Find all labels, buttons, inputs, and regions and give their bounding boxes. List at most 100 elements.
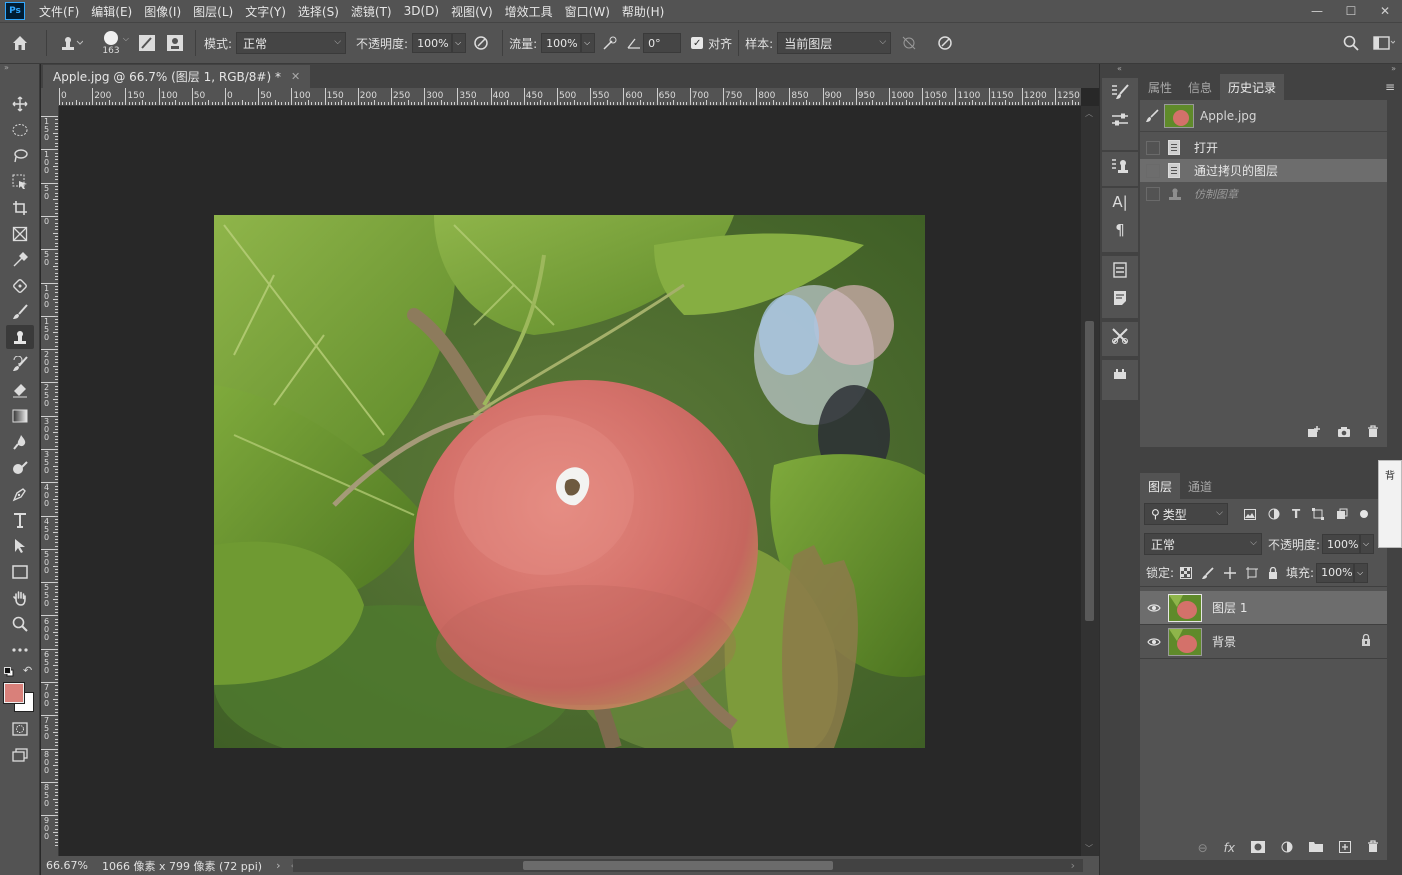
search-icon[interactable]: [1336, 35, 1366, 51]
workspace-icon[interactable]: [1366, 36, 1402, 50]
swap-colors-icon[interactable]: ↶: [23, 664, 35, 677]
tab-info[interactable]: 信息: [1180, 74, 1220, 100]
blend-mode-select[interactable]: 正常 ⌵: [1144, 533, 1262, 555]
crop-tool-icon[interactable]: [6, 196, 34, 220]
collapse-dock-icon[interactable]: «: [1100, 64, 1139, 74]
clone-source-icon[interactable]: [161, 34, 189, 52]
frame-tool-icon[interactable]: [6, 222, 34, 246]
mode-select[interactable]: 正常 ⌵: [236, 32, 347, 54]
menu-plugins[interactable]: 增效工具: [499, 3, 559, 20]
eyedropper-tool-icon[interactable]: [6, 248, 34, 272]
history-brush-source-icon[interactable]: [1140, 108, 1164, 123]
fill-dropdown[interactable]: ⌵: [1354, 562, 1369, 583]
history-item-clone-stamp[interactable]: 仿制图章: [1140, 182, 1387, 205]
more-tools-icon[interactable]: [6, 638, 34, 662]
lasso-tool-icon[interactable]: [6, 144, 34, 168]
scroll-right-icon[interactable]: ›: [1071, 859, 1075, 872]
tab-history[interactable]: 历史记录: [1220, 74, 1285, 100]
document-tab[interactable]: Apple.jpg @ 66.7% (图层 1, RGB/8#) * ✕: [43, 65, 311, 88]
canvas-area[interactable]: [59, 106, 1081, 856]
menu-window[interactable]: 窗口(W): [559, 3, 616, 20]
plugins-panel-icon[interactable]: [1102, 360, 1138, 388]
layer-row-layer1[interactable]: 图层 1: [1140, 591, 1387, 625]
flow-input[interactable]: 100%: [541, 33, 582, 53]
horizontal-ruler[interactable]: 0 200 150 100 50 0 50 100 150 200 250 300 350 400 450 5…: [59, 88, 1081, 106]
menu-image[interactable]: 图像(I): [138, 3, 187, 20]
zoom-tool-icon[interactable]: [6, 612, 34, 636]
close-window-button[interactable]: ✕: [1368, 0, 1402, 22]
filter-shape-icon[interactable]: [1312, 508, 1325, 520]
lock-position-icon[interactable]: [1224, 566, 1237, 579]
menu-edit[interactable]: 编辑(E): [85, 3, 138, 20]
tab-properties[interactable]: 属性: [1140, 74, 1180, 100]
brush-settings-icon[interactable]: [133, 34, 161, 52]
pen-tool-icon[interactable]: [6, 482, 34, 506]
opacity-dropdown[interactable]: ⌵: [452, 33, 467, 53]
ignore-adjustment-layers-icon[interactable]: [891, 35, 927, 51]
menu-filter[interactable]: 滤镜(T): [345, 3, 398, 20]
apple-photo[interactable]: [214, 215, 925, 748]
lock-all-icon[interactable]: [1268, 566, 1278, 579]
clone-source-panel-icon[interactable]: [1102, 152, 1138, 180]
home-icon[interactable]: [0, 34, 40, 52]
glyphs-panel-icon[interactable]: [1102, 256, 1138, 284]
pressure-size-icon[interactable]: [927, 35, 963, 51]
layer-row-background[interactable]: 背景: [1140, 625, 1387, 659]
fill-input[interactable]: 100%: [1316, 562, 1355, 583]
paragraph-panel-icon[interactable]: ¶: [1102, 216, 1138, 244]
filter-adjustment-icon[interactable]: [1268, 508, 1280, 520]
brush-preset-picker[interactable]: 163 ⌵: [89, 30, 133, 56]
tab-layers[interactable]: 图层: [1140, 473, 1181, 499]
screen-mode-icon[interactable]: [6, 743, 34, 767]
scroll-down-icon[interactable]: ﹀: [1085, 843, 1093, 854]
history-item-layer-via-copy[interactable]: 通过拷贝的图层: [1140, 159, 1387, 182]
angle-input[interactable]: 0°: [643, 33, 682, 53]
align-checkbox[interactable]: ✓ 对齐: [691, 35, 732, 52]
menu-select[interactable]: 选择(S): [292, 3, 345, 20]
adjustments-panel-icon[interactable]: [1102, 106, 1138, 134]
side-popout-panel[interactable]: 背: [1378, 460, 1402, 548]
brush-tool-icon[interactable]: [6, 300, 34, 324]
history-item-open[interactable]: 打开: [1140, 136, 1387, 159]
layer-opacity-dropdown[interactable]: ⌵: [1360, 534, 1375, 554]
layer-name[interactable]: 图层 1: [1212, 599, 1247, 616]
opacity-input[interactable]: 100%: [412, 33, 453, 53]
menu-layer[interactable]: 图层(L): [187, 3, 239, 20]
link-layers-icon[interactable]: ⊖: [1198, 841, 1208, 855]
default-colors-icon[interactable]: [4, 666, 14, 677]
filter-pixel-icon[interactable]: [1244, 508, 1256, 520]
lock-image-pixels-icon[interactable]: [1202, 566, 1214, 579]
minimize-button[interactable]: —: [1300, 0, 1334, 22]
status-menu-icon[interactable]: ›: [276, 859, 280, 872]
character-panel-icon[interactable]: A|: [1102, 188, 1138, 216]
history-brush-tool-icon[interactable]: [6, 352, 34, 376]
trash-icon[interactable]: [1367, 425, 1379, 441]
ruler-origin[interactable]: [41, 88, 59, 106]
layer-style-fx-icon[interactable]: fx: [1224, 841, 1235, 855]
notes-panel-icon[interactable]: [1102, 284, 1138, 312]
delete-layer-icon[interactable]: [1367, 840, 1379, 856]
history-state-checkbox[interactable]: [1146, 163, 1160, 178]
menu-help[interactable]: 帮助(H): [616, 3, 670, 20]
collapse-toolbar-icon[interactable]: »: [0, 64, 39, 74]
new-document-from-state-icon[interactable]: [1307, 425, 1321, 441]
adjustment-layer-icon[interactable]: [1281, 841, 1293, 856]
lock-transparent-pixels-icon[interactable]: [1180, 566, 1193, 579]
filter-type-icon[interactable]: T: [1292, 507, 1300, 521]
lock-artboard-icon[interactable]: [1246, 566, 1259, 579]
layer-name[interactable]: 背景: [1212, 633, 1236, 650]
horizontal-scroll-thumb[interactable]: [523, 861, 833, 870]
layer-filter-select[interactable]: ⚲ 类型 ⌵: [1144, 503, 1228, 525]
object-selection-tool-icon[interactable]: [6, 170, 34, 194]
menu-3d[interactable]: 3D(D): [398, 4, 445, 18]
foreground-color-swatch[interactable]: [3, 682, 25, 704]
path-selection-tool-icon[interactable]: [6, 534, 34, 558]
sample-select[interactable]: 当前图层 ⌵: [777, 32, 892, 54]
filter-smart-object-icon[interactable]: [1336, 508, 1348, 520]
eye-icon[interactable]: [1140, 637, 1168, 647]
new-group-icon[interactable]: [1309, 841, 1323, 855]
vertical-ruler[interactable]: 1 5 0 1 0 0 5 0 0 5 0 1 0 0 1 5 0 2 0 0 2 5 0 3 0…: [41, 106, 59, 856]
rectangle-tool-icon[interactable]: [6, 560, 34, 584]
zoom-level[interactable]: 66.67%: [46, 859, 98, 872]
airbrush-icon[interactable]: [595, 35, 625, 51]
